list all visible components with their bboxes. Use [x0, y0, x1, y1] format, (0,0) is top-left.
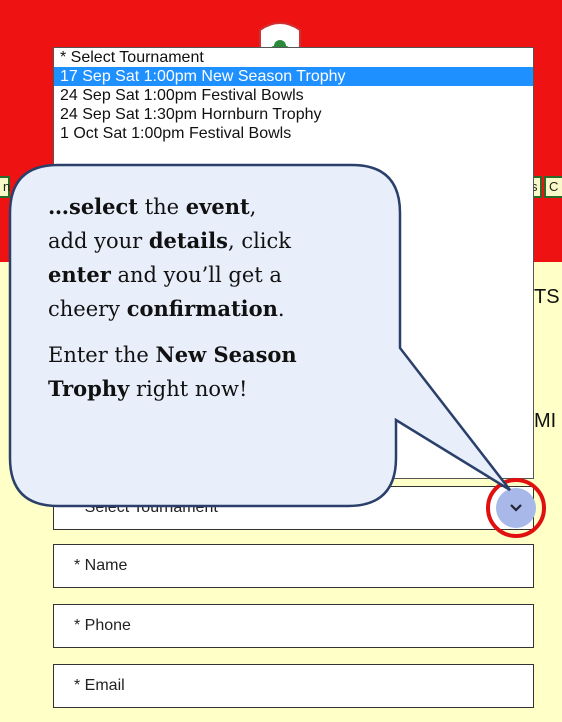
callout-text-14: New Season: [155, 342, 297, 367]
callout-text-1: …select: [48, 194, 139, 219]
callout-text-16: right now!: [129, 377, 248, 401]
callout-text-4: ,: [249, 195, 257, 219]
callout-text-8: enter: [48, 262, 111, 287]
callout-paragraph-1: …select the event, add your details, cli…: [48, 190, 368, 326]
callout-paragraph-2: Enter the New Season Trophy right now!: [48, 338, 368, 406]
callout-text-7: , click: [227, 229, 291, 253]
callout-text-5: add your: [48, 229, 149, 253]
callout-text-6: details: [148, 228, 228, 253]
callout-text-11: confirmation: [126, 296, 278, 321]
callout-text-15: Trophy: [48, 376, 130, 401]
callout-text-3: event: [185, 194, 250, 219]
callout-text: …select the event, add your details, cli…: [48, 190, 368, 418]
callout-text-2: the: [138, 195, 186, 219]
callout-text-9: and you’ll get a: [110, 263, 282, 287]
callout-text-13: Enter the: [48, 343, 156, 367]
callout-text-12: .: [277, 297, 285, 321]
callout-text-10: cheery: [48, 297, 127, 321]
